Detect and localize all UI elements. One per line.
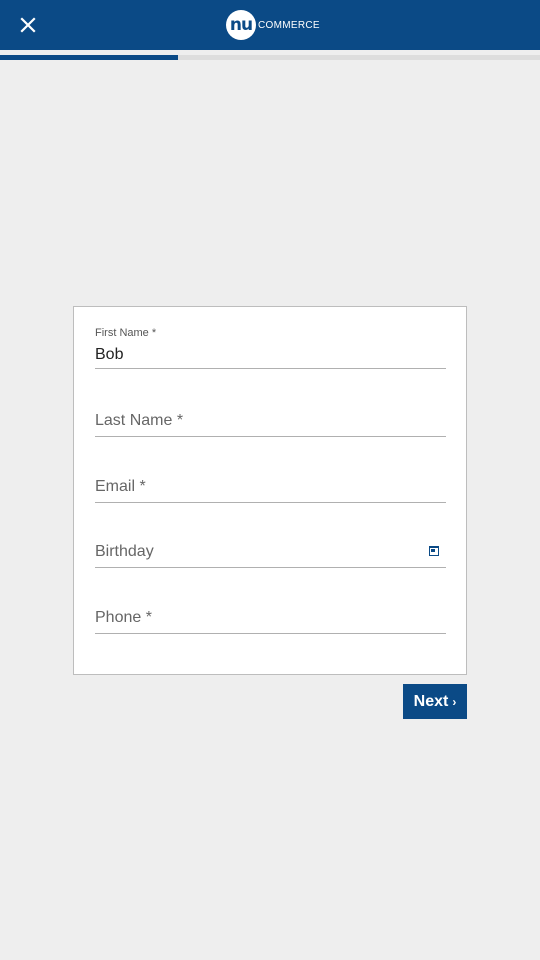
first-name-value: Bob (95, 346, 124, 363)
email-label: Email * (95, 478, 146, 495)
brand-logo: nu COMMERCE (226, 10, 320, 40)
phone-field[interactable]: Phone * (95, 592, 446, 634)
close-icon (20, 17, 36, 33)
first-name-field[interactable]: First Name * Bob (95, 327, 446, 369)
birthday-label: Birthday (95, 543, 154, 560)
next-button[interactable]: Next › (403, 684, 467, 719)
progress-fill (0, 55, 179, 60)
progress-bar (0, 55, 540, 60)
first-name-label: First Name * (95, 327, 157, 339)
phone-label: Phone * (95, 609, 152, 626)
chevron-right-icon: › (452, 694, 457, 709)
close-button[interactable] (14, 11, 42, 39)
next-button-label: Next (413, 692, 449, 710)
email-field[interactable]: Email * (95, 461, 446, 503)
last-name-field[interactable]: Last Name * (95, 395, 446, 437)
logo-text: COMMERCE (258, 19, 320, 31)
last-name-label: Last Name * (95, 412, 184, 429)
logo-badge: nu (226, 10, 256, 40)
registration-form: First Name * Bob Last Name * Email * Bir… (73, 306, 467, 675)
calendar-icon[interactable] (429, 546, 439, 556)
app-header: nu COMMERCE (0, 0, 540, 50)
birthday-field[interactable]: Birthday (95, 526, 446, 568)
